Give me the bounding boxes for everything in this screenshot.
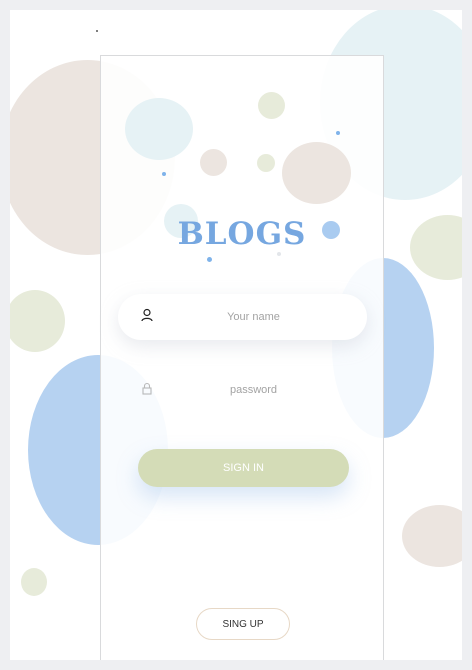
decorative-dot bbox=[336, 131, 340, 135]
decorative-bubble bbox=[21, 568, 47, 596]
username-input[interactable] bbox=[178, 294, 357, 340]
decorative-bubble bbox=[200, 149, 227, 176]
decorative-bubble bbox=[282, 142, 351, 204]
decorative-bubble bbox=[258, 92, 285, 119]
decorative-dot bbox=[162, 172, 166, 176]
login-card: BLOGS SIGN IN SING UP bbox=[100, 55, 384, 660]
decorative-bubble bbox=[10, 290, 65, 352]
password-field bbox=[118, 367, 367, 413]
decorative-dot bbox=[207, 257, 212, 262]
user-icon bbox=[140, 308, 154, 324]
background-frame: BLOGS SIGN IN SING UP bbox=[0, 0, 472, 670]
signin-button[interactable]: SIGN IN bbox=[138, 449, 349, 487]
password-input[interactable] bbox=[178, 367, 357, 413]
decorative-dot bbox=[96, 30, 98, 32]
decorative-bubble bbox=[410, 215, 462, 280]
signup-button[interactable]: SING UP bbox=[196, 608, 290, 640]
brand-title: BLOGS bbox=[177, 216, 307, 252]
decorative-bubble bbox=[257, 154, 275, 172]
decorative-bubble bbox=[402, 505, 462, 567]
decorative-dot bbox=[277, 252, 281, 256]
username-field bbox=[118, 294, 367, 340]
lock-icon bbox=[140, 381, 154, 397]
decorative-bubble bbox=[125, 98, 193, 160]
